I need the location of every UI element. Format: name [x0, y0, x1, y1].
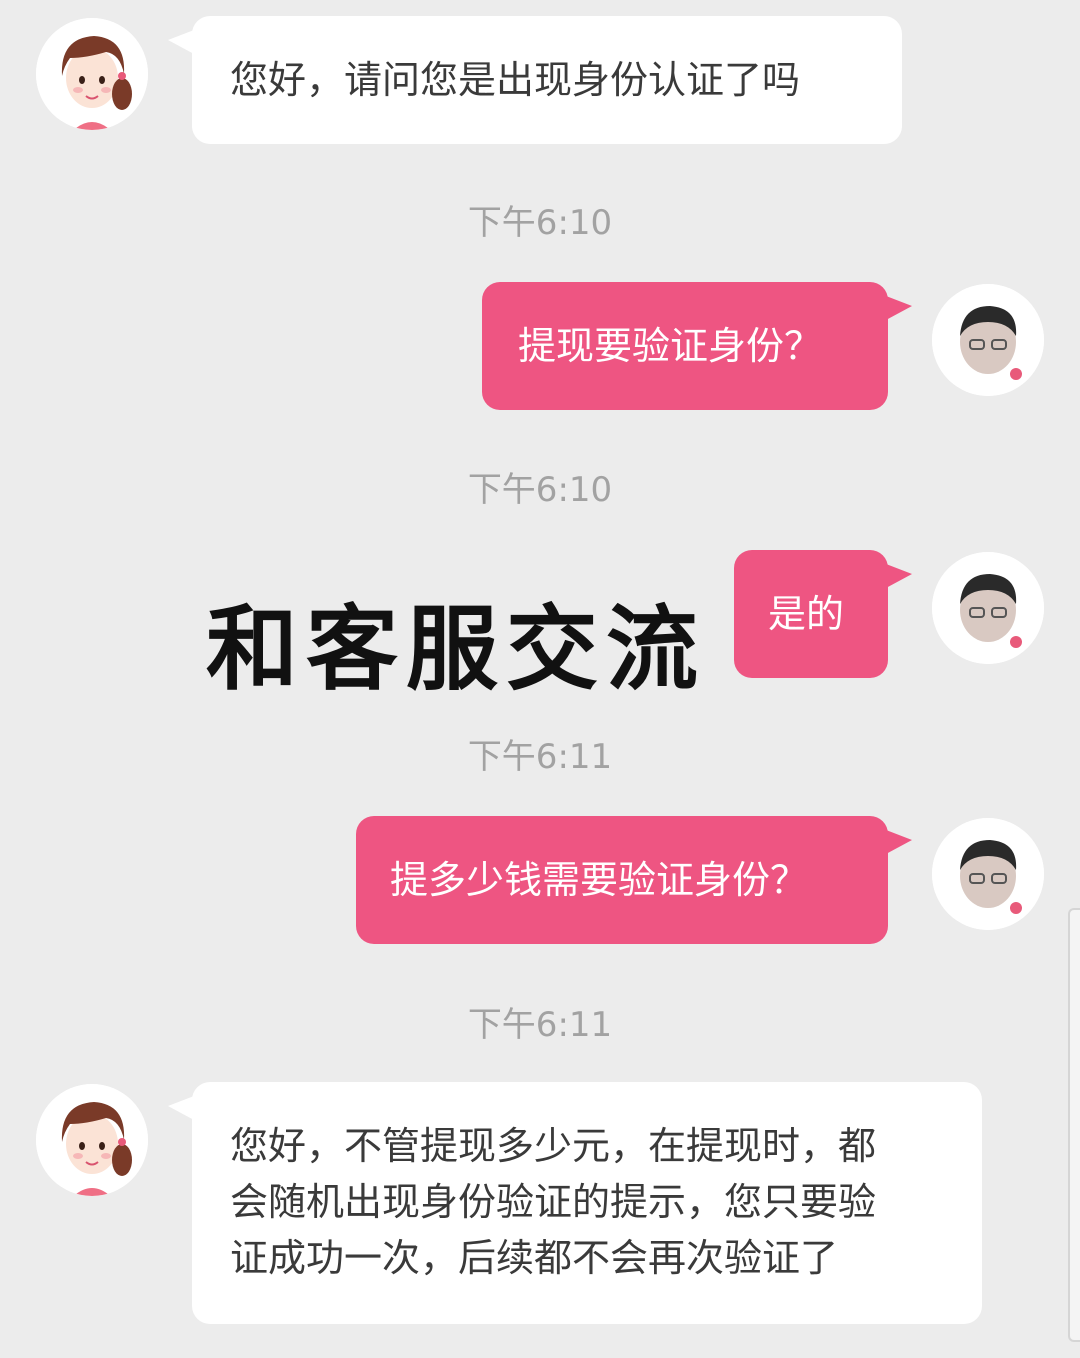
user-message-bubble[interactable]: 提多少钱需要验证身份？: [356, 816, 888, 944]
message-text-line: 证成功一次，后续都不会再次验证了: [230, 1236, 839, 1280]
user-message-bubble[interactable]: 提现要验证身份？: [482, 282, 888, 410]
agent-avatar-icon[interactable]: [36, 1084, 148, 1196]
message-timestamp: 下午6:10: [467, 470, 613, 510]
agent-message-bubble[interactable]: 您好，请问您是出现身份认证了吗: [192, 16, 902, 144]
message-text-line: 会随机出现身份验证的提示，您只要验: [230, 1180, 877, 1224]
bubble-tail: [886, 564, 912, 588]
user-avatar-icon[interactable]: [932, 284, 1044, 396]
user-avatar-icon[interactable]: [932, 818, 1044, 930]
scrollbar[interactable]: [1068, 908, 1080, 1342]
chat-conversation: 您好，请问您是出现身份认证了吗 下午6:10 提现要验证身份？ 下午6:10 是…: [0, 0, 1080, 1358]
user-avatar-icon[interactable]: [932, 552, 1044, 664]
message-timestamp: 下午6:10: [467, 203, 613, 243]
bubble-tail: [168, 1096, 194, 1120]
bubble-tail: [886, 296, 912, 320]
message-text: 您好，请问您是出现身份认证了吗: [230, 58, 801, 102]
message-text: 提多少钱需要验证身份？: [390, 858, 809, 902]
bubble-tail: [168, 30, 194, 54]
user-message-bubble[interactable]: 是的: [734, 550, 888, 678]
message-text-line: 您好，不管提现多少元，在提现时，都: [230, 1124, 877, 1168]
agent-message-bubble[interactable]: 您好，不管提现多少元，在提现时，都 会随机出现身份验证的提示，您只要验 证成功一…: [192, 1082, 982, 1324]
agent-avatar-icon[interactable]: [36, 18, 148, 130]
bubble-tail: [886, 830, 912, 854]
message-text: 提现要验证身份？: [518, 324, 823, 368]
message-text: 是的: [768, 592, 845, 636]
message-timestamp: 下午6:11: [467, 1005, 613, 1045]
overlay-caption: 和客服交流: [206, 596, 707, 703]
message-timestamp: 下午6:11: [467, 737, 613, 777]
